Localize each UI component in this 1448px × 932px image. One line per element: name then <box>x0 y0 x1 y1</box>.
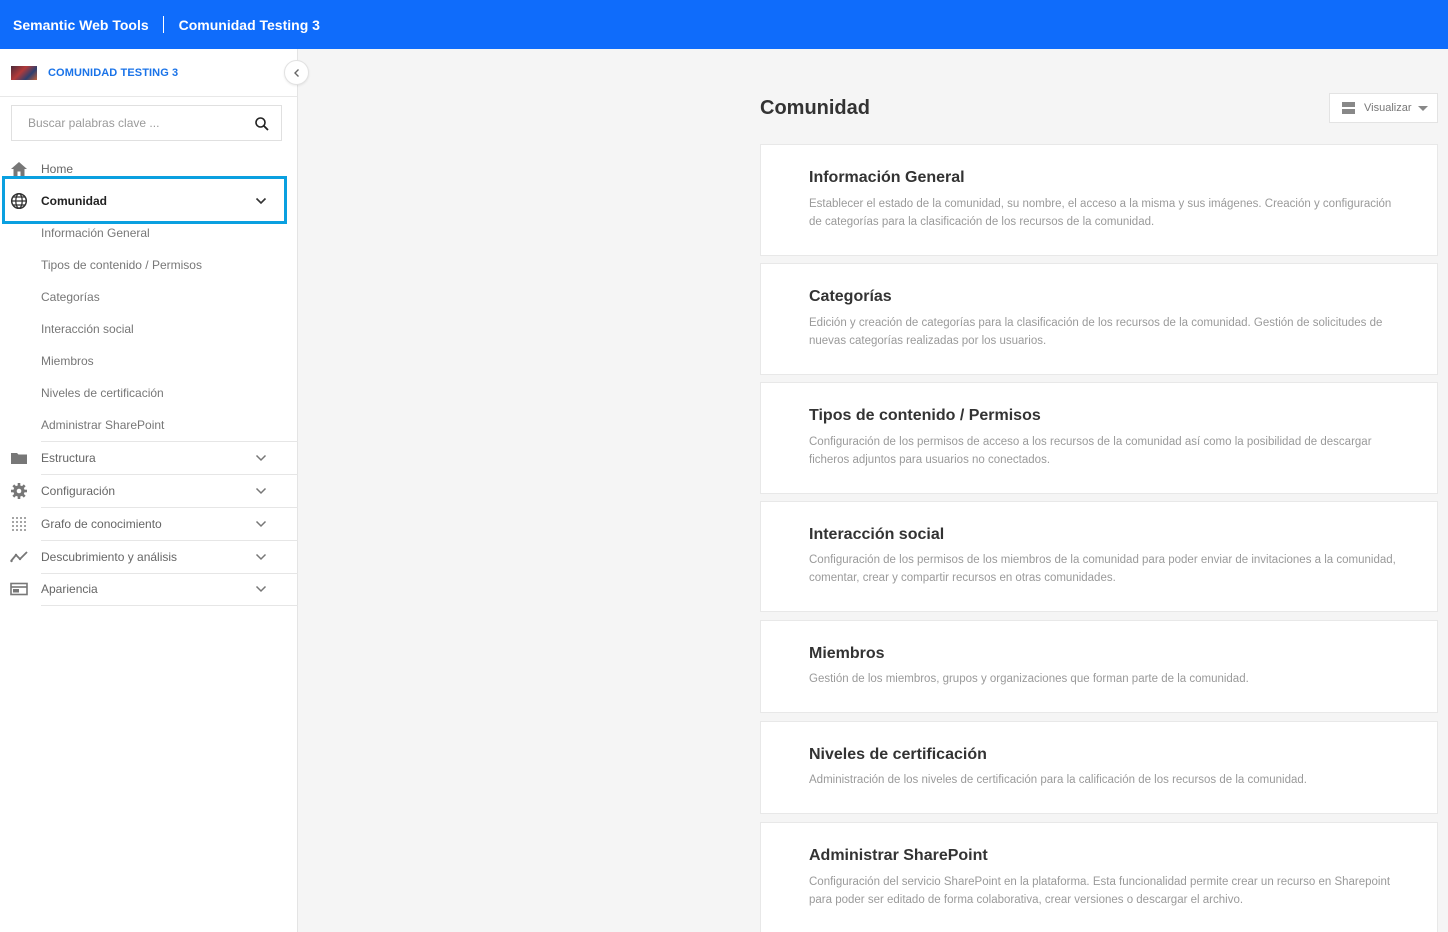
search-icon[interactable] <box>254 116 270 132</box>
card-niveles-certificacion[interactable]: Niveles de certificación Administración … <box>760 721 1438 814</box>
card-description: Configuración de los permisos de los mie… <box>809 554 1396 584</box>
divider <box>41 605 298 606</box>
sidebar: COMUNIDAD TESTING 3 Home Comunidad Infor… <box>0 49 309 932</box>
community-thumbnail <box>11 65 37 80</box>
trend-icon <box>10 548 28 566</box>
sidebar-community-title[interactable]: COMUNIDAD TESTING 3 <box>48 67 178 79</box>
subitem-categorias[interactable]: Categorías <box>0 281 298 313</box>
sidebar-header: COMUNIDAD TESTING 3 <box>0 49 297 97</box>
subitem-interaccion-social[interactable]: Interacción social <box>0 313 298 345</box>
card-informacion-general[interactable]: Información General Establecer el estado… <box>760 144 1438 256</box>
gear-icon <box>10 482 28 500</box>
caret-down-icon <box>1417 105 1428 111</box>
subitem-niveles-certificacion[interactable]: Niveles de certificación <box>0 377 298 409</box>
sidebar-item-label: Home <box>41 162 74 176</box>
card-interaccion-social[interactable]: Interacción social Configuración de los … <box>760 501 1438 612</box>
sidebar-item-label: Descubrimiento y análisis <box>41 549 178 564</box>
sidebar-item-label: Apariencia <box>41 582 98 596</box>
card-title[interactable]: Miembros <box>809 645 885 663</box>
visualize-button-label: Visualizar <box>1364 102 1412 114</box>
chevron-down-icon[interactable] <box>254 451 268 465</box>
sidebar-item-configuracion[interactable]: Configuración <box>0 474 298 507</box>
search-input[interactable] <box>12 116 242 130</box>
selection-highlight-box <box>2 176 287 224</box>
card-description: Configuración del servicio SharePoint en… <box>809 876 1391 906</box>
search-box <box>11 105 282 141</box>
sidebar-item-label: Estructura <box>41 450 96 465</box>
card-description: Administración de los niveles de certifi… <box>809 774 1307 786</box>
card-title[interactable]: Tipos de contenido / Permisos <box>809 407 1041 425</box>
sidebar-item-grafo[interactable]: Grafo de conocimiento <box>0 507 298 540</box>
card-description: Establecer el estado de la comunidad, su… <box>809 198 1392 228</box>
page-title: Comunidad <box>760 97 870 119</box>
divider <box>41 474 298 475</box>
subitem-miembros[interactable]: Miembros <box>0 345 298 377</box>
visualize-button[interactable]: Visualizar <box>1329 93 1438 123</box>
collapse-sidebar-button[interactable] <box>284 60 309 85</box>
topbar-separator <box>162 16 164 33</box>
divider <box>41 507 298 508</box>
app-name[interactable]: Semantic Web Tools <box>13 17 149 33</box>
card-title[interactable]: Interacción social <box>809 526 944 544</box>
chevron-down-icon[interactable] <box>254 517 268 531</box>
subitem-administrar-sharepoint[interactable]: Administrar SharePoint <box>0 409 298 441</box>
chevron-down-icon[interactable] <box>254 484 268 498</box>
card-title[interactable]: Niveles de certificación <box>809 746 987 764</box>
sidebar-item-apariencia[interactable]: Apariencia <box>0 573 298 606</box>
chevron-down-icon[interactable] <box>254 582 268 596</box>
card-title[interactable]: Administrar SharePoint <box>809 847 988 865</box>
sidebar-item-label: Grafo de conocimiento <box>41 516 162 531</box>
card-administrar-sharepoint[interactable]: Administrar SharePoint Configuración del… <box>760 822 1438 932</box>
card-title[interactable]: Categorías <box>809 288 892 306</box>
card-categorias[interactable]: Categorías Edición y creación de categor… <box>760 263 1438 375</box>
card-description: Configuración de los permisos de acceso … <box>809 436 1372 466</box>
community-name[interactable]: Comunidad Testing 3 <box>179 17 320 33</box>
layout-icon <box>10 580 28 598</box>
subitem-tipos-contenido[interactable]: Tipos de contenido / Permisos <box>0 249 298 281</box>
folder-icon <box>10 449 28 467</box>
sidebar-item-descubrimiento[interactable]: Descubrimiento y análisis <box>0 540 298 573</box>
card-title[interactable]: Información General <box>809 169 965 187</box>
card-miembros[interactable]: Miembros Gestión de los miembros, grupos… <box>760 620 1438 713</box>
card-tipos-contenido[interactable]: Tipos de contenido / Permisos Configurac… <box>760 382 1438 494</box>
divider <box>41 540 298 541</box>
top-bar: Semantic Web Tools Comunidad Testing 3 <box>0 0 1448 49</box>
chevron-down-icon[interactable] <box>254 550 268 564</box>
card-description: Edición y creación de categorías para la… <box>809 317 1383 347</box>
graph-icon <box>10 515 28 533</box>
sidebar-item-label: Configuración <box>41 483 116 498</box>
divider <box>41 441 298 442</box>
sidebar-item-estructura[interactable]: Estructura <box>0 441 298 474</box>
card-description: Gestión de los miembros, grupos y organi… <box>809 673 1249 685</box>
view-icon <box>1342 102 1355 114</box>
divider <box>41 573 298 574</box>
chevron-left-icon <box>293 68 299 77</box>
